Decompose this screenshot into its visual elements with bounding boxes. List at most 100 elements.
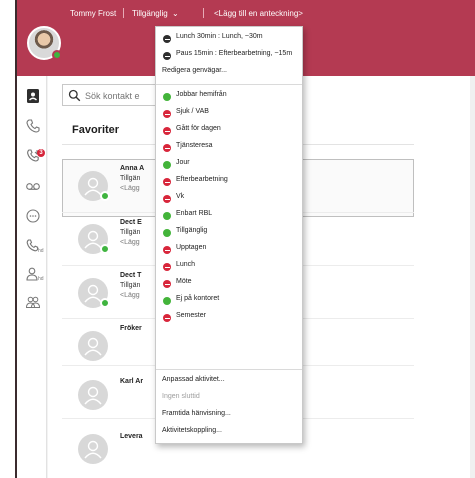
contact-note: <Lägg <box>120 292 140 299</box>
presence-dot-busy <box>163 178 171 186</box>
status-menu: Lunch 30min : Lunch, ~30m Paus 15min : E… <box>155 26 303 444</box>
my-avatar[interactable] <box>27 26 62 60</box>
header-divider <box>203 8 204 18</box>
menu-item-label: Redigera genvägar... <box>162 67 227 74</box>
presence-dot-busy <box>163 144 171 152</box>
contact-status: Tillgän <box>120 229 141 236</box>
status-selector-label: Tillgänglig <box>132 9 168 18</box>
menu-item-label: Jour <box>176 159 190 166</box>
menu-item-status[interactable]: Vk <box>156 191 302 207</box>
user-name: Tommy Frost <box>70 9 117 18</box>
contact-note: <Lägg <box>120 185 140 192</box>
menu-item-label: Jobbar hemifrån <box>176 91 227 98</box>
menu-item-status[interactable]: Upptagen <box>156 242 302 258</box>
contact-avatar <box>78 380 108 410</box>
presence-dot-shortcut <box>163 52 171 60</box>
contact-name: Karl Ar <box>120 378 144 385</box>
menu-item-status[interactable]: Ej på kontoret <box>156 293 302 309</box>
menu-item-edit-shortcuts[interactable]: Redigera genvägar... <box>156 65 302 81</box>
menu-item-status[interactable]: Sjuk / VAB <box>156 106 302 122</box>
menu-item-label: Tillgänglig <box>176 227 208 234</box>
presence-dot-available <box>100 191 110 201</box>
contact-name: Dect T <box>120 272 142 279</box>
phone-icon[interactable] <box>25 118 41 134</box>
search-box[interactable] <box>62 84 169 106</box>
missed-calls-badge: 3 <box>37 149 45 157</box>
menu-separator <box>156 369 302 370</box>
queue-label: hd <box>38 276 44 282</box>
menu-item-status[interactable]: Jour <box>156 157 302 173</box>
menu-item-status[interactable]: Semester <box>156 310 302 326</box>
menu-item-status[interactable]: Tillgänglig <box>156 225 302 241</box>
menu-item-shortcut[interactable]: Paus 15min : Efterbearbetning, ~15m <box>156 48 302 64</box>
menu-item-label: Lunch <box>176 261 196 268</box>
menu-item-status[interactable]: Tjänsteresa <box>156 140 302 156</box>
person-icon <box>84 386 102 405</box>
scrollbar[interactable] <box>470 76 475 478</box>
presence-dot-busy <box>163 110 171 118</box>
voicemail-icon[interactable] <box>25 178 41 194</box>
presence-dot-available <box>100 298 110 308</box>
menu-item-label: Ej på kontoret <box>176 295 220 302</box>
contact-status: Tillgän <box>120 282 141 289</box>
menu-item-shortcut[interactable]: Lunch 30min : Lunch, ~30m <box>156 31 302 47</box>
person-icon <box>84 440 102 459</box>
presence-dot-available <box>163 229 171 237</box>
presence-dot-busy <box>163 280 171 288</box>
menu-item-status[interactable]: Möte <box>156 276 302 292</box>
search-icon <box>68 89 81 102</box>
contacts-book-icon[interactable] <box>25 88 41 104</box>
menu-item-label: Möte <box>176 278 192 285</box>
contact-name: Levera <box>120 433 143 440</box>
contact-avatar <box>78 331 108 361</box>
menu-item-label: Lunch 30min : Lunch, ~30m <box>176 33 263 40</box>
menu-item-label: Vk <box>176 193 185 200</box>
contact-avatar <box>78 434 108 464</box>
chat-icon[interactable] <box>25 208 41 224</box>
presence-dot-available <box>100 244 110 254</box>
menu-item-status[interactable]: Enbart RBL <box>156 208 302 224</box>
menu-item-label: Ingen sluttid <box>162 393 200 400</box>
contact-name: Fröker <box>120 325 142 332</box>
menu-item-label: Enbart RBL <box>176 210 213 217</box>
contact-name: Anna A <box>120 165 145 172</box>
menu-item-label: Gått för dagen <box>176 125 221 132</box>
menu-item-label: Sjuk / VAB <box>176 108 209 115</box>
menu-item-custom-activity[interactable]: Anpassad aktivitet... <box>156 374 302 390</box>
menu-separator <box>156 84 302 85</box>
presence-dot-busy <box>163 246 171 254</box>
status-selector[interactable]: Tillgänglig ⌄ <box>132 9 179 18</box>
groups-icon[interactable] <box>25 294 41 310</box>
contact-note: <Lägg <box>120 239 140 246</box>
chevron-down-icon: ⌄ <box>171 9 179 18</box>
menu-item-future-referral[interactable]: Framtida hänvisning... <box>156 408 302 424</box>
menu-item-label: Semester <box>176 312 206 319</box>
presence-dot-available <box>52 50 62 60</box>
add-note-link[interactable]: <Lägg till en anteckning> <box>214 9 303 18</box>
menu-item-status[interactable]: Gått för dagen <box>156 123 302 139</box>
queue-label: hd <box>38 248 44 254</box>
menu-item-label: Efterbearbetning <box>176 176 228 183</box>
header-divider <box>123 8 124 18</box>
presence-dot-shortcut <box>163 35 171 43</box>
presence-dot-available <box>163 297 171 305</box>
menu-item-label: Aktivitetskoppling... <box>162 427 222 434</box>
menu-item-label: Upptagen <box>176 244 207 251</box>
contact-status: Tillgän <box>120 175 141 182</box>
menu-item-status[interactable]: Efterbearbetning <box>156 174 302 190</box>
menu-item-label: Anpassad aktivitet... <box>162 376 225 383</box>
presence-dot-busy <box>163 314 171 322</box>
presence-dot-busy <box>163 263 171 271</box>
menu-item-label: Tjänsteresa <box>176 142 213 149</box>
person-icon <box>84 337 102 356</box>
menu-item-label: Framtida hänvisning... <box>162 410 231 417</box>
presence-dot-available <box>163 93 171 101</box>
menu-item-status[interactable]: Lunch <box>156 259 302 275</box>
menu-item-label: Paus 15min : Efterbearbetning, ~15m <box>176 50 293 57</box>
presence-dot-busy <box>163 127 171 135</box>
presence-dot-available <box>163 212 171 220</box>
menu-item-activity-link[interactable]: Aktivitetskoppling... <box>156 425 302 441</box>
presence-dot-available <box>163 161 171 169</box>
menu-item-status[interactable]: Jobbar hemifrån <box>156 89 302 105</box>
favorites-heading: Favoriter <box>72 124 120 136</box>
